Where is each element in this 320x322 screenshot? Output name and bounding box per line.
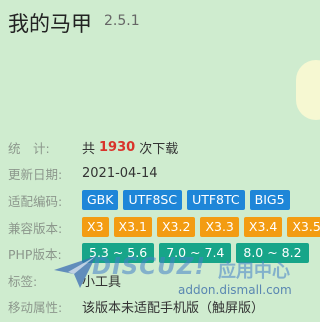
encoding-tag[interactable]: UTF8SC bbox=[123, 190, 183, 210]
tag-value[interactable]: 小工具 bbox=[82, 271, 121, 290]
tag-label: 标签: bbox=[8, 273, 38, 289]
compat-label: 兼容版本: bbox=[8, 220, 63, 236]
side-decoration bbox=[296, 60, 320, 120]
encoding-row: 适配编码: GBK UTF8SC UTF8TC BIG5 bbox=[8, 190, 290, 210]
stats-suffix: 次下载 bbox=[139, 141, 179, 157]
php-tag[interactable]: 5.3 ~ 5.6 bbox=[82, 243, 155, 263]
updated-row: 更新日期: 2021-04-14 bbox=[8, 163, 158, 183]
app-version: 2.5.1 bbox=[104, 13, 140, 29]
compat-tags: X3 X3.1 X3.2 X3.3 X3.4 X3.5 bbox=[82, 217, 320, 237]
php-tags: 5.3 ~ 5.6 7.0 ~ 7.4 8.0 ~ 8.2 bbox=[82, 243, 309, 263]
watermark-url: addon.dismall.com bbox=[178, 283, 292, 297]
compat-tag[interactable]: X3 bbox=[82, 217, 109, 237]
compat-tag[interactable]: X3.2 bbox=[156, 217, 196, 237]
encoding-label: 适配编码: bbox=[8, 193, 63, 209]
stats-label: 统 计: bbox=[8, 140, 50, 156]
encoding-tags: GBK UTF8SC UTF8TC BIG5 bbox=[82, 190, 290, 210]
compat-tag[interactable]: X3.4 bbox=[243, 217, 283, 237]
updated-label: 更新日期: bbox=[8, 166, 63, 182]
tag-row: 标签: 小工具 bbox=[8, 270, 121, 290]
compat-row: 兼容版本: X3 X3.1 X3.2 X3.3 X3.4 X3.5 bbox=[8, 217, 320, 237]
compat-tag[interactable]: X3.1 bbox=[113, 217, 152, 237]
download-count: 1930 bbox=[99, 139, 136, 155]
mobile-value: 该版本未适配手机版（触屏版） bbox=[82, 300, 265, 316]
stats-prefix: 共 bbox=[82, 141, 96, 157]
php-tag[interactable]: 7.0 ~ 7.4 bbox=[159, 243, 232, 263]
php-label: PHP版本: bbox=[8, 246, 62, 262]
mobile-label: 移动属性: bbox=[8, 299, 63, 315]
php-row: PHP版本: 5.3 ~ 5.6 7.0 ~ 7.4 8.0 ~ 8.2 bbox=[8, 243, 309, 263]
mobile-row: 移动属性: 该版本未适配手机版（触屏版） bbox=[8, 296, 264, 316]
compat-tag[interactable]: X3.5 bbox=[287, 217, 320, 237]
encoding-tag[interactable]: UTF8TC bbox=[187, 190, 245, 210]
php-tag[interactable]: 8.0 ~ 8.2 bbox=[236, 243, 309, 263]
updated-date: 2021-04-14 bbox=[82, 165, 158, 181]
encoding-tag[interactable]: BIG5 bbox=[249, 190, 290, 210]
app-title: 我的马甲 bbox=[8, 12, 92, 36]
stats-row: 统 计: 共 1930 次下载 bbox=[8, 137, 178, 157]
compat-tag[interactable]: X3.3 bbox=[200, 217, 239, 237]
encoding-tag[interactable]: GBK bbox=[82, 190, 119, 210]
